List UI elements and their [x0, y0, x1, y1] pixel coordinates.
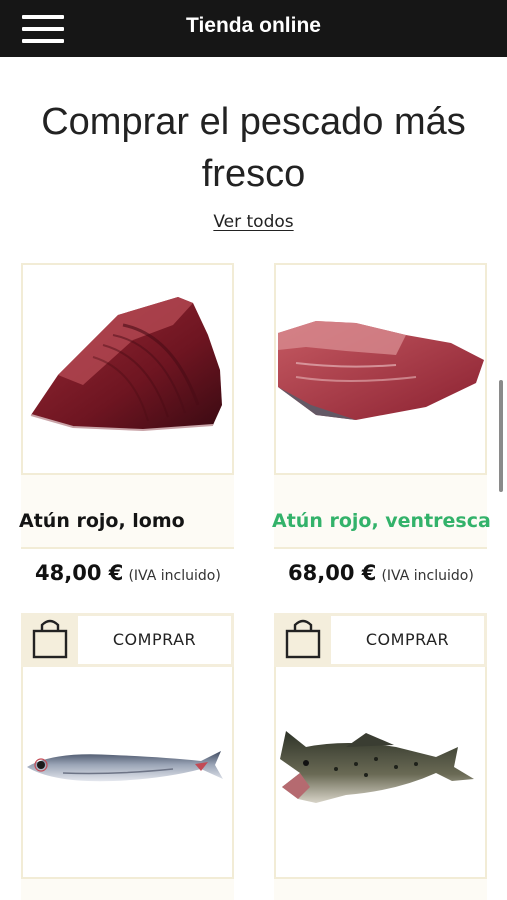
- product-price-row: 68,00 € (IVA incluido): [288, 561, 498, 585]
- product-name-background: [21, 879, 234, 900]
- product-name-background: [274, 879, 487, 900]
- shopping-bag-icon[interactable]: [276, 615, 330, 665]
- tax-note: (IVA incluido): [128, 568, 221, 584]
- section-headline: Comprar el pescado más fresco: [41, 101, 466, 195]
- divider: [21, 547, 234, 549]
- product-image-tuna-belly[interactable]: [274, 263, 487, 475]
- product-name[interactable]: Atún rojo, ventresca: [272, 510, 507, 532]
- product-image-anchovy[interactable]: [23, 669, 232, 877]
- product-image-tuna-loin[interactable]: [21, 263, 234, 475]
- see-all-link-wrap: Ver todos: [0, 212, 507, 232]
- buy-button[interactable]: COMPRAR: [78, 616, 231, 664]
- top-navigation-bar: Tienda online: [0, 0, 507, 57]
- vertical-scrollbar[interactable]: [499, 380, 503, 492]
- product-name[interactable]: Atún rojo, lomo: [19, 510, 259, 532]
- product-price: 68,00 €: [288, 561, 377, 585]
- see-all-link[interactable]: Ver todos: [213, 212, 293, 232]
- buy-button[interactable]: COMPRAR: [331, 616, 484, 664]
- product-price-row: 48,00 € (IVA incluido): [35, 561, 245, 585]
- buy-bar: COMPRAR: [21, 613, 234, 667]
- divider: [274, 547, 487, 549]
- product-image-cod[interactable]: [276, 669, 485, 877]
- page-title: Tienda online: [186, 14, 321, 37]
- buy-bar: COMPRAR: [274, 613, 487, 667]
- product-price: 48,00 €: [35, 561, 124, 585]
- tax-note: (IVA incluido): [381, 568, 474, 584]
- shopping-bag-icon[interactable]: [23, 615, 77, 665]
